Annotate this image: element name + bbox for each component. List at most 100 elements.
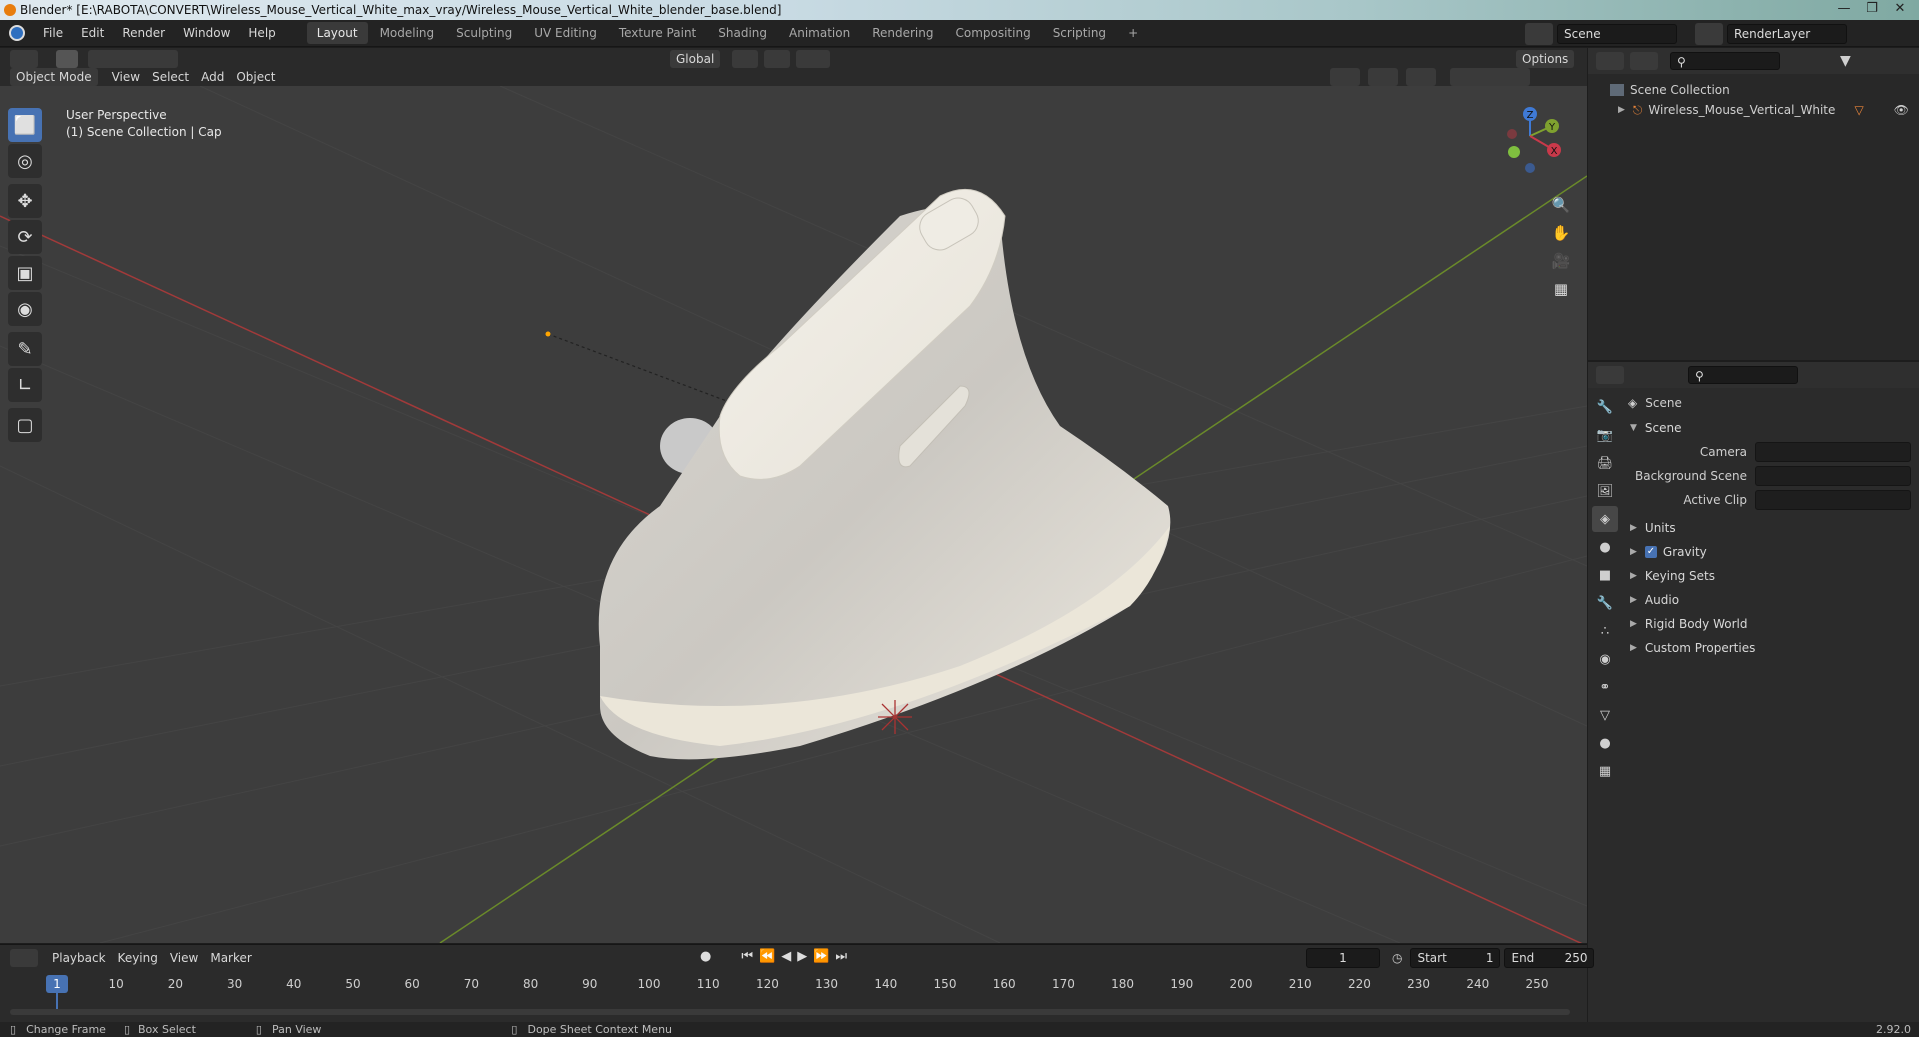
properties-search-icon[interactable]: ⚲ [1688,366,1798,384]
tab-sculpting[interactable]: Sculpting [446,22,522,44]
select-box-icon[interactable]: ⬜ [8,108,42,142]
status-context-menu: Dope Sheet Context Menu [527,1023,673,1036]
camera-row: Camera [1620,440,1919,464]
view-context: (1) Scene Collection | Cap [66,125,222,139]
panel-custom-properties-label: Custom Properties [1644,641,1756,655]
scale-icon[interactable]: ▣ [8,256,42,290]
timeline-scrollbar[interactable] [10,1009,1570,1015]
display-mode-icon[interactable] [1596,52,1624,70]
scene-tab-icon[interactable]: ◈ [1592,506,1618,532]
eye-icon[interactable]: 👁 [1894,103,1909,117]
physics-tab-icon[interactable]: ◉ [1592,646,1618,672]
data-tab-icon[interactable]: ▽ [1592,702,1618,728]
proportional-edit-icon[interactable] [796,50,831,68]
filter-icon[interactable]: ▼ [1840,53,1851,69]
tab-animation[interactable]: Animation [779,22,860,44]
outliner-item-label: Wireless_Mouse_Vertical_White [1648,103,1836,117]
panel-keying-sets[interactable]: ▶ Keying Sets [1620,564,1919,588]
tab-shading[interactable]: Shading [708,22,777,44]
texture-tab-icon[interactable]: ▦ [1592,758,1618,784]
panel-custom-properties[interactable]: ▶ Custom Properties [1620,636,1919,660]
camera-field[interactable] [1755,442,1911,462]
gizmo-toggle-icon[interactable] [1368,68,1398,86]
3d-viewport[interactable]: User Perspective (1) Scene Collection | … [0,86,1587,943]
panel-rigid-body-world[interactable]: ▶ Rigid Body World [1620,612,1919,636]
transform-icon[interactable]: ◉ [8,292,42,326]
window-titlebar: Blender* [E:\RABOTA\CONVERT\Wireless_Mou… [0,0,1919,20]
scene-name-field[interactable]: Scene [1557,24,1677,44]
zoom-icon[interactable]: 🔍 [1547,191,1575,219]
select-tool-icon[interactable] [56,50,78,68]
menu-select[interactable]: Select [146,66,195,88]
render-tab-icon[interactable]: 📷 [1592,422,1618,448]
filter-mode-icon[interactable] [1630,52,1658,70]
menu-help[interactable]: Help [239,20,284,47]
overlay-toggle-icon[interactable] [1406,68,1436,86]
mode-dropdown[interactable]: Object Mode [10,68,98,86]
options-dropdown[interactable]: Options [1516,50,1575,68]
tab-uv-editing[interactable]: UV Editing [524,22,607,44]
blender-menu-icon[interactable] [0,20,34,47]
playhead[interactable]: 1 [46,975,68,993]
status-change-frame: Change Frame [26,1023,106,1036]
outliner-root[interactable]: Scene Collection [1588,80,1919,100]
expand-icon[interactable]: ▶ [1618,105,1625,115]
camera-icon[interactable]: 🎥 [1547,247,1575,275]
modifier-tab-icon[interactable]: 🔧 [1592,590,1618,616]
visibility-icon[interactable] [1330,68,1360,86]
add-workspace-icon[interactable]: + [1118,22,1148,44]
panel-gravity[interactable]: ▶ ✓ Gravity [1620,540,1919,564]
restore-button[interactable]: ❐ [1858,0,1886,18]
scene-selector-icon[interactable] [1525,23,1553,45]
orientation-dropdown[interactable]: Global [670,50,721,68]
tab-texture-paint[interactable]: Texture Paint [609,22,706,44]
world-tab-icon[interactable]: ● [1592,534,1618,560]
menu-add[interactable]: Add [195,66,230,88]
navigation-gizmo[interactable]: Z Y X [1490,106,1570,186]
move-icon[interactable]: ✥ [8,184,42,218]
view-layer-icon[interactable] [1695,23,1723,45]
tab-layout[interactable]: Layout [306,22,368,44]
constraints-tab-icon[interactable]: ⚭ [1592,674,1618,700]
add-cube-icon[interactable]: ▢ [8,408,42,442]
output-tab-icon[interactable]: 🖨 [1592,450,1618,476]
snap-icon[interactable] [764,50,791,68]
panel-units[interactable]: ▶ Units [1620,516,1919,540]
tab-modeling[interactable]: Modeling [370,22,445,44]
grid-icon[interactable]: ▦ [1547,275,1575,303]
search-icon[interactable]: ⚲ [1670,52,1780,70]
material-tab-icon[interactable]: ● [1592,730,1618,756]
panel-scene[interactable]: ▼ Scene [1620,416,1919,440]
view-layer-tab-icon[interactable]: 🖼 [1592,478,1618,504]
menu-file[interactable]: File [34,20,72,47]
tab-compositing[interactable]: Compositing [945,22,1040,44]
outliner-item[interactable]: ▶ ⎋ Wireless_Mouse_Vertical_White ▽ 👁 [1588,100,1919,120]
menu-view[interactable]: View [106,66,146,88]
hand-icon[interactable]: ✋ [1547,219,1575,247]
pivot-icon[interactable] [732,50,759,68]
properties-editor-icon[interactable] [1596,366,1624,384]
close-button[interactable]: ✕ [1886,0,1914,18]
tab-scripting[interactable]: Scripting [1043,22,1116,44]
menu-edit[interactable]: Edit [72,20,113,47]
measure-icon[interactable]: ∟ [8,368,42,402]
particles-tab-icon[interactable]: ∴ [1592,618,1618,644]
shading-mode-buttons[interactable] [1450,68,1530,86]
menu-window[interactable]: Window [174,20,239,47]
render-layer-field[interactable]: RenderLayer [1727,24,1847,44]
minimize-button[interactable]: — [1830,0,1858,18]
frame-tick: 100 [637,977,661,991]
cursor-icon[interactable]: ◎ [8,144,42,178]
annotate-icon[interactable]: ✎ [8,332,42,366]
background-scene-field[interactable] [1755,466,1911,486]
menu-render[interactable]: Render [113,20,174,47]
panel-audio[interactable]: ▶ Audio [1620,588,1919,612]
rotate-icon[interactable]: ⟳ [8,220,42,254]
object-tab-icon[interactable]: ■ [1592,562,1618,588]
active-clip-field[interactable] [1755,490,1911,510]
tool-tab-icon[interactable]: 🔧 [1592,394,1618,420]
menu-object[interactable]: Object [230,66,281,88]
tab-rendering[interactable]: Rendering [862,22,943,44]
editor-type-icon[interactable] [10,50,38,68]
gravity-checkbox[interactable]: ✓ [1644,546,1657,558]
